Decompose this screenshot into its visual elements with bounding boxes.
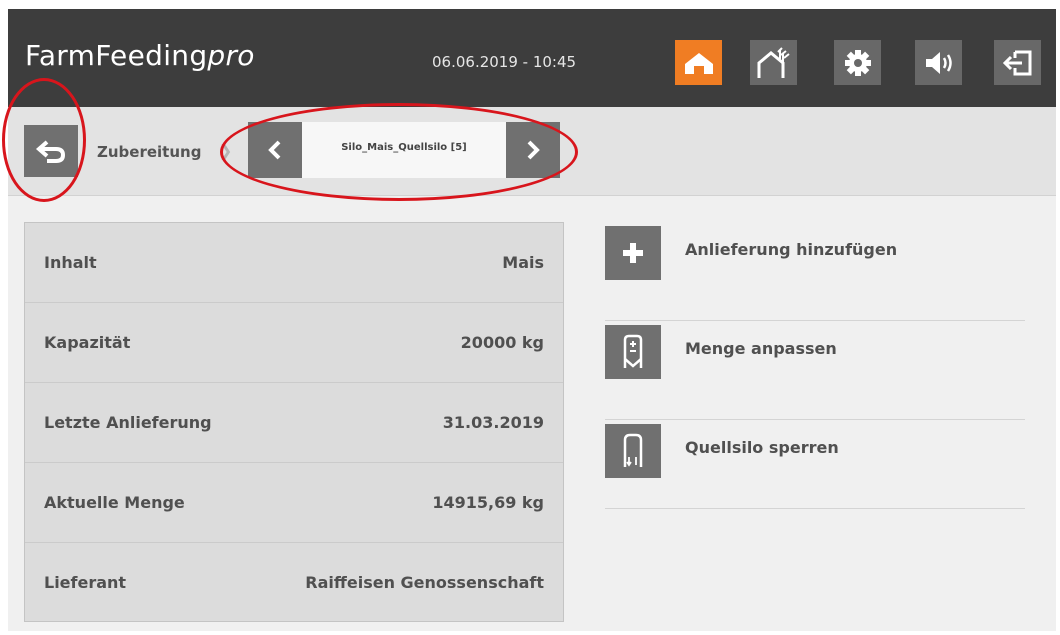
detail-row-inhalt: Inhalt Mais: [25, 223, 563, 303]
logout-button[interactable]: [994, 40, 1041, 85]
lock-source-silo-button[interactable]: [605, 424, 661, 478]
feed-management-button[interactable]: [750, 40, 797, 85]
plus-icon: [623, 243, 643, 263]
silo-switcher-highlight: [220, 103, 578, 201]
adjust-quantity-button[interactable]: [605, 325, 661, 379]
add-delivery-button[interactable]: [605, 226, 661, 280]
logout-icon: [1002, 50, 1031, 75]
header-bar: FarmFeedingpro 06.06.2019 - 10:45: [8, 9, 1056, 107]
speaker-icon: [925, 51, 952, 74]
action-label[interactable]: Menge anpassen: [685, 339, 837, 358]
detail-label: Kapazität: [44, 333, 131, 352]
detail-value: 20000 kg: [460, 333, 544, 352]
detail-value: 14915,69 kg: [432, 493, 544, 512]
settings-button[interactable]: [834, 40, 881, 85]
add-delivery-action[interactable]: Anlieferung hinzufügen: [605, 222, 1025, 321]
home-icon: [684, 52, 713, 74]
app-logo: FarmFeedingpro: [25, 39, 255, 72]
silo-adjust-icon: [623, 334, 643, 368]
adjust-quantity-action[interactable]: Menge anpassen: [605, 321, 1025, 420]
brand-suffix: pro: [207, 39, 255, 72]
barn-feed-icon: [757, 46, 790, 78]
detail-value: 31.03.2019: [442, 413, 544, 432]
detail-label: Aktuelle Menge: [44, 493, 185, 512]
detail-label: Letzte Anlieferung: [44, 413, 212, 432]
gear-icon: [844, 49, 871, 76]
sound-button[interactable]: [915, 40, 962, 85]
back-button-highlight: [2, 78, 86, 202]
detail-label: Lieferant: [44, 573, 127, 592]
brand-name: FarmFeeding: [25, 39, 208, 72]
detail-row-kapazitaet: Kapazität 20000 kg: [25, 303, 563, 383]
detail-row-lieferant: Lieferant Raiffeisen Genossenschaft: [25, 543, 563, 622]
home-button[interactable]: [675, 40, 722, 85]
date-time: 06.06.2019 - 10:45: [432, 53, 577, 71]
detail-row-aktuelle-menge: Aktuelle Menge 14915,69 kg: [25, 463, 563, 543]
lock-source-silo-action[interactable]: Quellsilo sperren: [605, 420, 1025, 509]
silo-details-panel: Inhalt Mais Kapazität 20000 kg Letzte An…: [24, 222, 564, 622]
silo-lock-icon: [623, 433, 643, 467]
detail-value: Mais: [502, 253, 544, 272]
detail-label: Inhalt: [44, 253, 97, 272]
breadcrumb-parent-link[interactable]: Zubereitung: [97, 143, 201, 161]
detail-value: Raiffeisen Genossenschaft: [305, 573, 544, 592]
detail-row-letzte-anlieferung: Letzte Anlieferung 31.03.2019: [25, 383, 563, 463]
action-label[interactable]: Quellsilo sperren: [685, 438, 839, 457]
action-label[interactable]: Anlieferung hinzufügen: [685, 240, 897, 259]
app-window: FarmFeedingpro 06.06.2019 - 10:45 Zubere…: [8, 9, 1056, 631]
